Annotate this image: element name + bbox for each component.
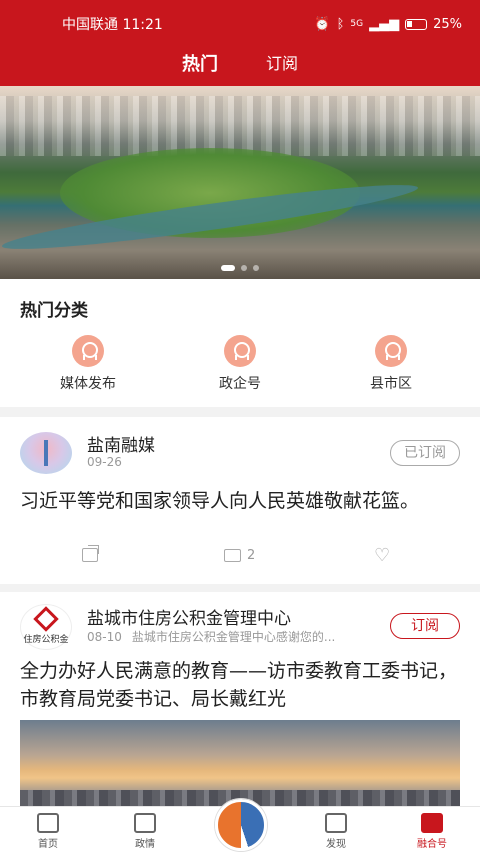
- category-gov-enterprise[interactable]: 政企号: [190, 335, 290, 393]
- author-desc: 盐城市住房公积金管理中心感谢您的...: [131, 630, 336, 644]
- post-date: 09-26: [87, 455, 122, 469]
- battery-percent: 25%: [433, 16, 462, 32]
- post-card[interactable]: 盐南融媒 09-26 已订阅 习近平等党和国家领导人向人民英雄敬献花篮。 2 ♡: [0, 417, 480, 584]
- category-media[interactable]: 媒体发布: [38, 335, 138, 393]
- discover-icon: [325, 813, 347, 833]
- post-card[interactable]: 住房公积金 盐城市住房公积金管理中心 08-10 盐城市住房公积金管理中心感谢您的…: [0, 592, 480, 812]
- status-bar: 中国联通 11:21 ⏰ ᛒ 5G ▂▄▆ 25%: [62, 14, 462, 34]
- avatar[interactable]: [20, 432, 72, 474]
- nav-home[interactable]: 首页: [18, 813, 78, 850]
- avatar[interactable]: 住房公积金: [20, 604, 72, 650]
- signal-icon: ▂▄▆: [369, 16, 400, 32]
- tab-hot[interactable]: 热门: [182, 50, 218, 76]
- post-meta: 08-10 盐城市住房公积金管理中心感谢您的...: [87, 628, 335, 645]
- politics-icon: [134, 813, 156, 833]
- category-icon: [375, 335, 407, 367]
- app-header: 中国联通 11:21 ⏰ ᛒ 5G ▂▄▆ 25% 热门 订阅: [0, 0, 480, 86]
- tab-subscribe[interactable]: 订阅: [266, 50, 298, 76]
- category-label: 县市区: [370, 376, 412, 392]
- top-tabs: 热门 订阅: [0, 50, 480, 76]
- carrier-time: 中国联通 11:21: [62, 17, 163, 33]
- subscribe-button[interactable]: 订阅: [390, 613, 460, 639]
- share-icon: [82, 545, 99, 562]
- category-label: 政企号: [219, 376, 261, 392]
- banner-indicator: [0, 265, 480, 271]
- post-actions: 2 ♡: [0, 545, 480, 570]
- nav-label: 政情: [135, 839, 155, 850]
- nav-rong-he-hao[interactable]: 融合号: [402, 813, 462, 850]
- category-icon: [224, 335, 256, 367]
- home-icon: [37, 813, 59, 833]
- share-button[interactable]: [82, 545, 99, 562]
- status-icons: ⏰ ᛒ 5G ▂▄▆ 25%: [314, 17, 462, 32]
- section-title: 热门分类: [20, 301, 88, 321]
- nav-label: 融合号: [417, 839, 447, 850]
- post-title[interactable]: 习近平等党和国家领导人向人民英雄敬献花篮。: [20, 487, 460, 515]
- heart-icon: ♡: [374, 545, 391, 566]
- nav-discover[interactable]: 发现: [306, 813, 366, 850]
- housing-fund-logo-icon: [33, 605, 59, 632]
- category-label: 媒体发布: [60, 376, 116, 392]
- post-title[interactable]: 全力办好人民满意的教育——访市委教育工委书记，市教育局党委书记、局长戴红光: [20, 657, 460, 713]
- nav-politics[interactable]: 政情: [115, 813, 175, 850]
- bluetooth-icon: ᛒ: [336, 16, 345, 32]
- subscribed-button[interactable]: 已订阅: [390, 440, 460, 466]
- author-name[interactable]: 盐南融媒: [87, 431, 155, 456]
- hot-categories: 热门分类 媒体发布 政企号 县市区: [0, 279, 480, 407]
- battery-icon: [405, 18, 428, 30]
- like-button[interactable]: ♡: [374, 545, 391, 566]
- nav-label: 首页: [38, 839, 58, 850]
- alarm-icon: ⏰: [314, 16, 331, 32]
- comment-button[interactable]: 2: [224, 548, 255, 563]
- center-logo-button[interactable]: [215, 799, 267, 851]
- signal-label: 5G: [350, 19, 364, 29]
- author-name[interactable]: 盐城市住房公积金管理中心: [87, 604, 291, 629]
- comment-icon: [224, 549, 241, 562]
- post-date: 08-10: [87, 630, 122, 644]
- avatar-text: 住房公积金: [23, 634, 69, 645]
- nav-label: 发现: [326, 839, 346, 850]
- category-icon: [72, 335, 104, 367]
- category-county[interactable]: 县市区: [341, 335, 441, 393]
- rong-he-hao-icon: [421, 813, 443, 833]
- comment-count: 2: [247, 548, 256, 563]
- banner-image[interactable]: [0, 86, 480, 279]
